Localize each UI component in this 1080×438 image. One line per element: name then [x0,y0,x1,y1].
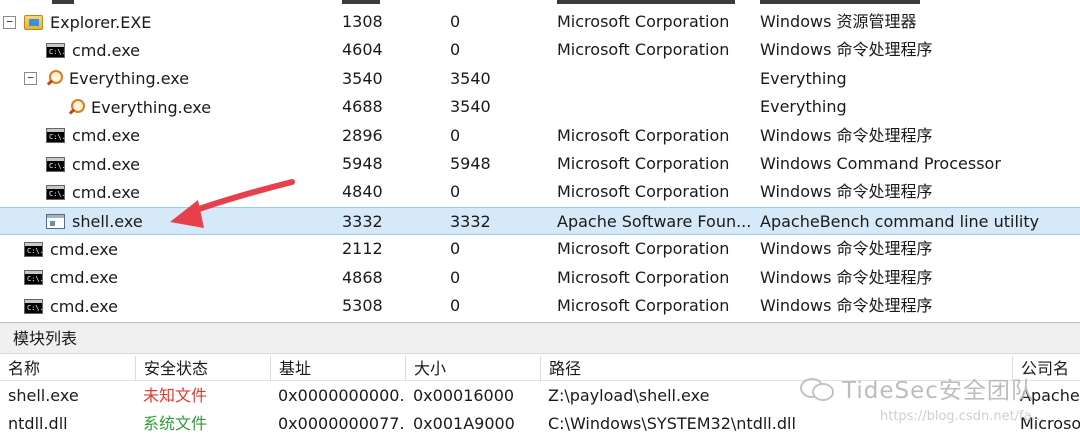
module-company: Apache [1020,386,1080,405]
module-status: 系统文件 [143,414,208,433]
module-base: 0x0000000077... [278,414,405,433]
module-path: C:\Windows\SYSTEM32\ntdll.dll [548,414,796,433]
module-row[interactable]: ntdll.dll 系统文件 0x0000000077... 0x001A900… [0,410,1080,438]
module-size: 0x001A9000 [413,414,515,433]
module-list-header: 模块列表 [0,322,1080,354]
column-header-size[interactable]: 大小 [405,356,540,381]
module-base: 0x0000000000... [278,386,405,405]
module-status: 未知文件 [143,386,208,405]
module-row[interactable]: shell.exe 未知文件 0x0000000000... 0x0001600… [0,382,1080,410]
module-list-title: 模块列表 [13,329,78,348]
module-name: ntdll.dll [8,414,68,433]
module-size: 0x00016000 [413,386,515,405]
arrow-head [170,200,204,228]
column-header-path[interactable]: 路径 [540,356,1012,381]
module-path: Z:\payload\shell.exe [548,386,710,405]
column-header-base-address[interactable]: 基址 [270,356,405,381]
module-columns-header: 名称 安全状态 基址 大小 路径 公司名 [0,356,1080,381]
arrow-shaft [183,179,295,217]
column-header-name[interactable]: 名称 [0,356,135,381]
column-header-company[interactable]: 公司名 [1012,356,1080,381]
module-name: shell.exe [8,386,79,405]
module-company: Microso [1020,414,1080,433]
column-header-security-status[interactable]: 安全状态 [135,356,270,381]
